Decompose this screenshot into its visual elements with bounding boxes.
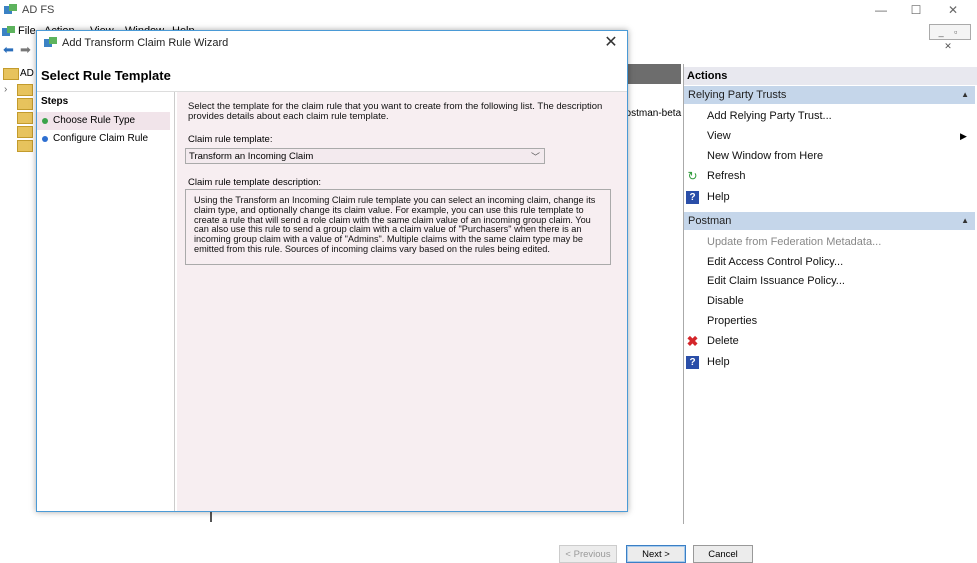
action-add-relying-party-trust[interactable]: Add Relying Party Trust... bbox=[707, 110, 832, 122]
folder-icon bbox=[17, 98, 33, 110]
wizard-content: Select the template for the claim rule t… bbox=[177, 92, 753, 563]
actions-title: Actions bbox=[684, 67, 977, 85]
dialog-header: Select Rule Template bbox=[37, 55, 627, 92]
description-label: Claim rule template description: bbox=[188, 177, 322, 188]
chevron-down-icon: ﹀ bbox=[530, 152, 540, 162]
add-transform-claim-rule-dialog: Add Transform Claim Rule Wizard ✕ Select… bbox=[36, 30, 753, 563]
action-disable[interactable]: Disable bbox=[707, 295, 744, 307]
main-titlebar: AD FS — ☐ ✕ bbox=[0, 0, 977, 20]
collapse-triangle-icon[interactable]: ▲ bbox=[961, 86, 969, 104]
next-button[interactable]: Next > bbox=[626, 545, 686, 563]
mdi-window-buttons[interactable]: _ ▫ ✕ bbox=[929, 24, 971, 51]
previous-button[interactable]: < Previous bbox=[559, 545, 617, 563]
action-delete[interactable]: Delete bbox=[707, 335, 739, 347]
cancel-button[interactable]: Cancel bbox=[693, 545, 753, 563]
template-description-text: Using the Transform an Incoming Claim ru… bbox=[194, 195, 596, 254]
action-view[interactable]: View bbox=[707, 130, 731, 142]
close-window-button[interactable]: ✕ bbox=[940, 2, 966, 18]
group-header-label: Relying Party Trusts bbox=[688, 89, 787, 101]
list-item-name[interactable]: postman-beta bbox=[620, 108, 681, 119]
action-edit-claim-issuance-policy[interactable]: Edit Claim Issuance Policy... bbox=[707, 275, 845, 287]
step-label: Choose Rule Type bbox=[53, 115, 136, 126]
page-title: Select Rule Template bbox=[41, 68, 171, 83]
wizard-icon bbox=[44, 37, 57, 47]
console-tree: AD › bbox=[0, 62, 36, 522]
step-status-dot-icon bbox=[42, 118, 48, 124]
template-description-box: Using the Transform an Incoming Claim ru… bbox=[185, 189, 611, 265]
action-properties[interactable]: Properties bbox=[707, 315, 757, 327]
step-status-dot-icon bbox=[42, 136, 48, 142]
action-help-postman[interactable]: Help bbox=[707, 356, 730, 368]
adfs-app-icon bbox=[4, 4, 17, 14]
dialog-close-icon[interactable]: ✕ bbox=[601, 33, 621, 53]
action-help[interactable]: Help bbox=[707, 191, 730, 203]
submenu-arrow-icon: ▶ bbox=[960, 131, 967, 141]
step-label: Configure Claim Rule bbox=[53, 133, 149, 144]
group-header-label: Postman bbox=[688, 215, 732, 227]
action-update-from-federation-metadata[interactable]: Update from Federation Metadata... bbox=[707, 236, 881, 248]
window-title: AD FS bbox=[22, 4, 55, 16]
intro-text: Select the template for the claim rule t… bbox=[188, 101, 603, 122]
folder-icon bbox=[17, 126, 33, 138]
claim-rule-template-select[interactable]: Transform an Incoming Claim ﹀ bbox=[185, 148, 545, 164]
folder-icon bbox=[17, 84, 33, 96]
collapse-triangle-icon[interactable]: ▲ bbox=[961, 212, 969, 230]
actions-group-postman[interactable]: Postman ▲ bbox=[684, 212, 975, 230]
tree-root-label[interactable]: AD bbox=[20, 68, 34, 79]
actions-group-relying-party-trusts[interactable]: Relying Party Trusts ▲ bbox=[684, 86, 975, 104]
menu-file[interactable]: File bbox=[18, 25, 36, 37]
minimize-button[interactable]: — bbox=[868, 2, 894, 18]
folder-icon bbox=[17, 112, 33, 124]
action-refresh[interactable]: Refresh bbox=[707, 170, 746, 182]
refresh-icon: ↻ bbox=[687, 169, 698, 183]
forward-arrow-icon[interactable]: ➡ bbox=[20, 42, 31, 58]
steps-pane: Steps Choose Rule Type Configure Claim R… bbox=[37, 92, 175, 511]
action-new-window-from-here[interactable]: New Window from Here bbox=[707, 150, 823, 162]
list-column-header bbox=[626, 64, 681, 84]
action-edit-access-control-policy[interactable]: Edit Access Control Policy... bbox=[707, 256, 843, 268]
back-arrow-icon[interactable]: ⬅ bbox=[3, 42, 14, 58]
dialog-title: Add Transform Claim Rule Wizard bbox=[62, 37, 229, 49]
folder-icon bbox=[3, 68, 19, 80]
step-configure-claim-rule[interactable]: Configure Claim Rule bbox=[37, 130, 170, 148]
delete-icon: ✖ bbox=[686, 333, 699, 349]
folder-icon bbox=[17, 140, 33, 152]
template-label: Claim rule template: bbox=[188, 134, 273, 145]
tree-expand-icon[interactable]: › bbox=[4, 84, 7, 95]
selected-template: Transform an Incoming Claim bbox=[189, 151, 314, 162]
step-choose-rule-type[interactable]: Choose Rule Type bbox=[37, 112, 170, 130]
dialog-titlebar: Add Transform Claim Rule Wizard ✕ bbox=[37, 31, 627, 55]
steps-label: Steps bbox=[41, 96, 69, 107]
maximize-button[interactable]: ☐ bbox=[903, 2, 929, 18]
help-icon: ? bbox=[686, 191, 699, 204]
help-icon: ? bbox=[686, 356, 699, 369]
console-icon bbox=[2, 26, 15, 36]
